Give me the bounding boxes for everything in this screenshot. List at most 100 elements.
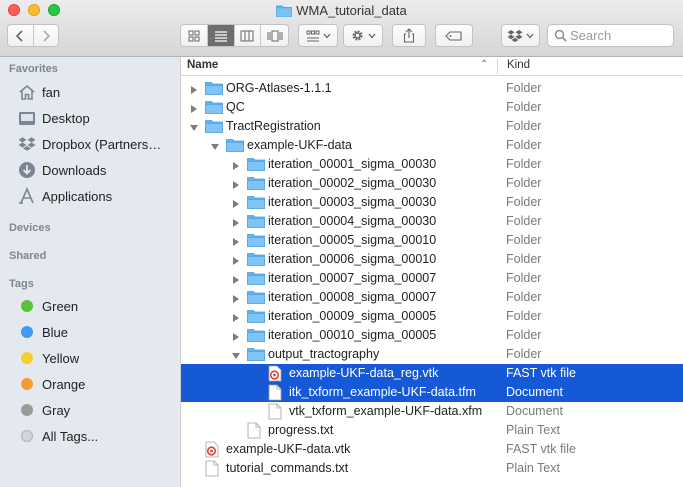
list-icon bbox=[214, 30, 227, 42]
file-list: Name ⌃ Kind ORG-Atlases-1.1.1 Folder QC Fol… bbox=[181, 57, 683, 487]
column-view-button[interactable] bbox=[235, 25, 262, 46]
file-name: ORG-Atlases-1.1.1 bbox=[226, 81, 332, 95]
disclosure-expanded-icon[interactable] bbox=[210, 141, 220, 151]
chevron-right-icon bbox=[43, 29, 50, 42]
sidebar-item-downloads[interactable]: Downloads bbox=[17, 159, 106, 181]
folder-row[interactable]: QC Folder bbox=[181, 98, 683, 117]
disclosure-collapsed-icon[interactable] bbox=[231, 255, 241, 265]
share-button[interactable] bbox=[392, 24, 426, 47]
view-mode-selector bbox=[180, 24, 289, 47]
sidebar-item-dropbox[interactable]: Dropbox (Partners… bbox=[17, 133, 161, 155]
file-row[interactable]: example-UKF-data_reg.vtk FAST vtk file bbox=[181, 364, 683, 383]
action-button[interactable] bbox=[343, 24, 383, 47]
folder-row[interactable]: iteration_00006_sigma_00010 Folder bbox=[181, 250, 683, 269]
file-row[interactable]: itk_txform_example-UKF-data.tfm Document bbox=[181, 383, 683, 402]
grid-icon bbox=[188, 30, 200, 41]
sidebar-item-desktop[interactable]: Desktop bbox=[17, 107, 90, 129]
folder-icon bbox=[205, 80, 223, 99]
folder-icon bbox=[205, 99, 223, 118]
sidebar-tag-green[interactable]: Green bbox=[17, 295, 78, 317]
file-row[interactable]: vtk_txform_example-UKF-data.xfm Document bbox=[181, 402, 683, 421]
folder-row[interactable]: iteration_00009_sigma_00005 Folder bbox=[181, 307, 683, 326]
folder-row[interactable]: TractRegistration Folder bbox=[181, 117, 683, 136]
disclosure-collapsed-icon[interactable] bbox=[231, 274, 241, 284]
navigation-buttons bbox=[7, 24, 59, 47]
sidebar-tag-orange[interactable]: Orange bbox=[17, 373, 85, 395]
disclosure-collapsed-icon[interactable] bbox=[231, 160, 241, 170]
folder-row[interactable]: iteration_00005_sigma_00010 Folder bbox=[181, 231, 683, 250]
icon-view-button[interactable] bbox=[181, 25, 208, 46]
file-kind: Folder bbox=[506, 271, 542, 285]
folder-row[interactable]: iteration_00008_sigma_00007 Folder bbox=[181, 288, 683, 307]
file-row[interactable]: progress.txt Plain Text bbox=[181, 421, 683, 440]
sidebar-item-label: Blue bbox=[42, 324, 69, 340]
folder-row[interactable]: iteration_00007_sigma_00007 Folder bbox=[181, 269, 683, 288]
sidebar-all-tags[interactable]: All Tags... bbox=[17, 425, 98, 447]
tags-heading: Tags bbox=[9, 278, 34, 290]
name-column-header[interactable]: Name bbox=[187, 59, 218, 71]
folder-row[interactable]: output_tractography Folder bbox=[181, 345, 683, 364]
disclosure-collapsed-icon[interactable] bbox=[231, 293, 241, 303]
tag-icon bbox=[445, 30, 462, 41]
folder-icon bbox=[247, 289, 265, 308]
window-title: WMA_tutorial_data bbox=[0, 3, 683, 20]
file-kind: Folder bbox=[506, 214, 542, 228]
sidebar-item-fan[interactable]: fan bbox=[17, 81, 60, 103]
column-divider[interactable] bbox=[497, 59, 498, 74]
file-name: vtk_txform_example-UKF-data.xfm bbox=[289, 404, 483, 418]
disclosure-expanded-icon[interactable] bbox=[231, 350, 241, 360]
chevron-down-icon bbox=[368, 33, 376, 38]
file-kind: FAST vtk file bbox=[506, 366, 576, 380]
file-row[interactable]: tutorial_commands.txt Plain Text bbox=[181, 459, 683, 478]
sidebar-tag-yellow[interactable]: Yellow bbox=[17, 347, 79, 369]
chevron-down-icon bbox=[526, 33, 534, 38]
cover-flow-view-button[interactable] bbox=[261, 25, 288, 46]
disclosure-expanded-icon[interactable] bbox=[189, 122, 199, 132]
disclosure-collapsed-icon[interactable] bbox=[231, 312, 241, 322]
kind-column-header[interactable]: Kind bbox=[507, 59, 530, 71]
disclosure-collapsed-icon[interactable] bbox=[231, 236, 241, 246]
folder-icon bbox=[276, 4, 293, 20]
file-kind: FAST vtk file bbox=[506, 442, 576, 456]
applications-icon bbox=[17, 187, 37, 205]
sidebar-item-label: fan bbox=[42, 84, 61, 100]
search-placeholder: Search bbox=[570, 28, 612, 43]
disclosure-collapsed-icon[interactable] bbox=[189, 84, 199, 94]
arrange-button[interactable] bbox=[298, 24, 338, 47]
folder-row[interactable]: iteration_00001_sigma_00030 Folder bbox=[181, 155, 683, 174]
sidebar-item-applications[interactable]: Applications bbox=[17, 185, 112, 207]
back-button[interactable] bbox=[8, 25, 34, 46]
folder-row[interactable]: iteration_00002_sigma_00030 Folder bbox=[181, 174, 683, 193]
folder-icon bbox=[247, 194, 265, 213]
file-kind: Document bbox=[506, 385, 563, 399]
disclosure-collapsed-icon[interactable] bbox=[189, 103, 199, 113]
file-name: itk_txform_example-UKF-data.tfm bbox=[289, 385, 476, 399]
file-name: iteration_00006_sigma_00010 bbox=[268, 252, 437, 266]
file-kind: Folder bbox=[506, 81, 542, 95]
columns-icon bbox=[240, 30, 254, 41]
folder-row[interactable]: example-UKF-data Folder bbox=[181, 136, 683, 155]
edit-tags-button[interactable] bbox=[435, 24, 473, 47]
search-icon bbox=[554, 29, 567, 45]
folder-row[interactable]: iteration_00004_sigma_00030 Folder bbox=[181, 212, 683, 231]
folder-row[interactable]: iteration_00003_sigma_00030 Folder bbox=[181, 193, 683, 212]
file-row[interactable]: example-UKF-data.vtk FAST vtk file bbox=[181, 440, 683, 459]
dropbox-button[interactable] bbox=[501, 24, 540, 47]
file-name: QC bbox=[226, 100, 245, 114]
sidebar-tag-gray[interactable]: Gray bbox=[17, 399, 70, 421]
folder-row[interactable]: ORG-Atlases-1.1.1 Folder bbox=[181, 79, 683, 98]
sidebar-tag-blue[interactable]: Blue bbox=[17, 321, 68, 343]
search-input[interactable]: Search bbox=[547, 24, 674, 47]
folder-row[interactable]: iteration_00010_sigma_00005 Folder bbox=[181, 326, 683, 345]
forward-button[interactable] bbox=[34, 25, 59, 46]
disclosure-collapsed-icon[interactable] bbox=[231, 217, 241, 227]
disclosure-collapsed-icon[interactable] bbox=[231, 198, 241, 208]
folder-icon bbox=[247, 156, 265, 175]
disclosure-collapsed-icon[interactable] bbox=[231, 179, 241, 189]
list-view-button[interactable] bbox=[207, 25, 235, 46]
arrange-icon bbox=[306, 30, 319, 41]
sort-ascending-icon: ⌃ bbox=[480, 59, 489, 70]
chevron-down-icon bbox=[323, 33, 330, 38]
disclosure-collapsed-icon[interactable] bbox=[231, 331, 241, 341]
sidebar-item-label: Dropbox (Partners… bbox=[42, 136, 162, 152]
